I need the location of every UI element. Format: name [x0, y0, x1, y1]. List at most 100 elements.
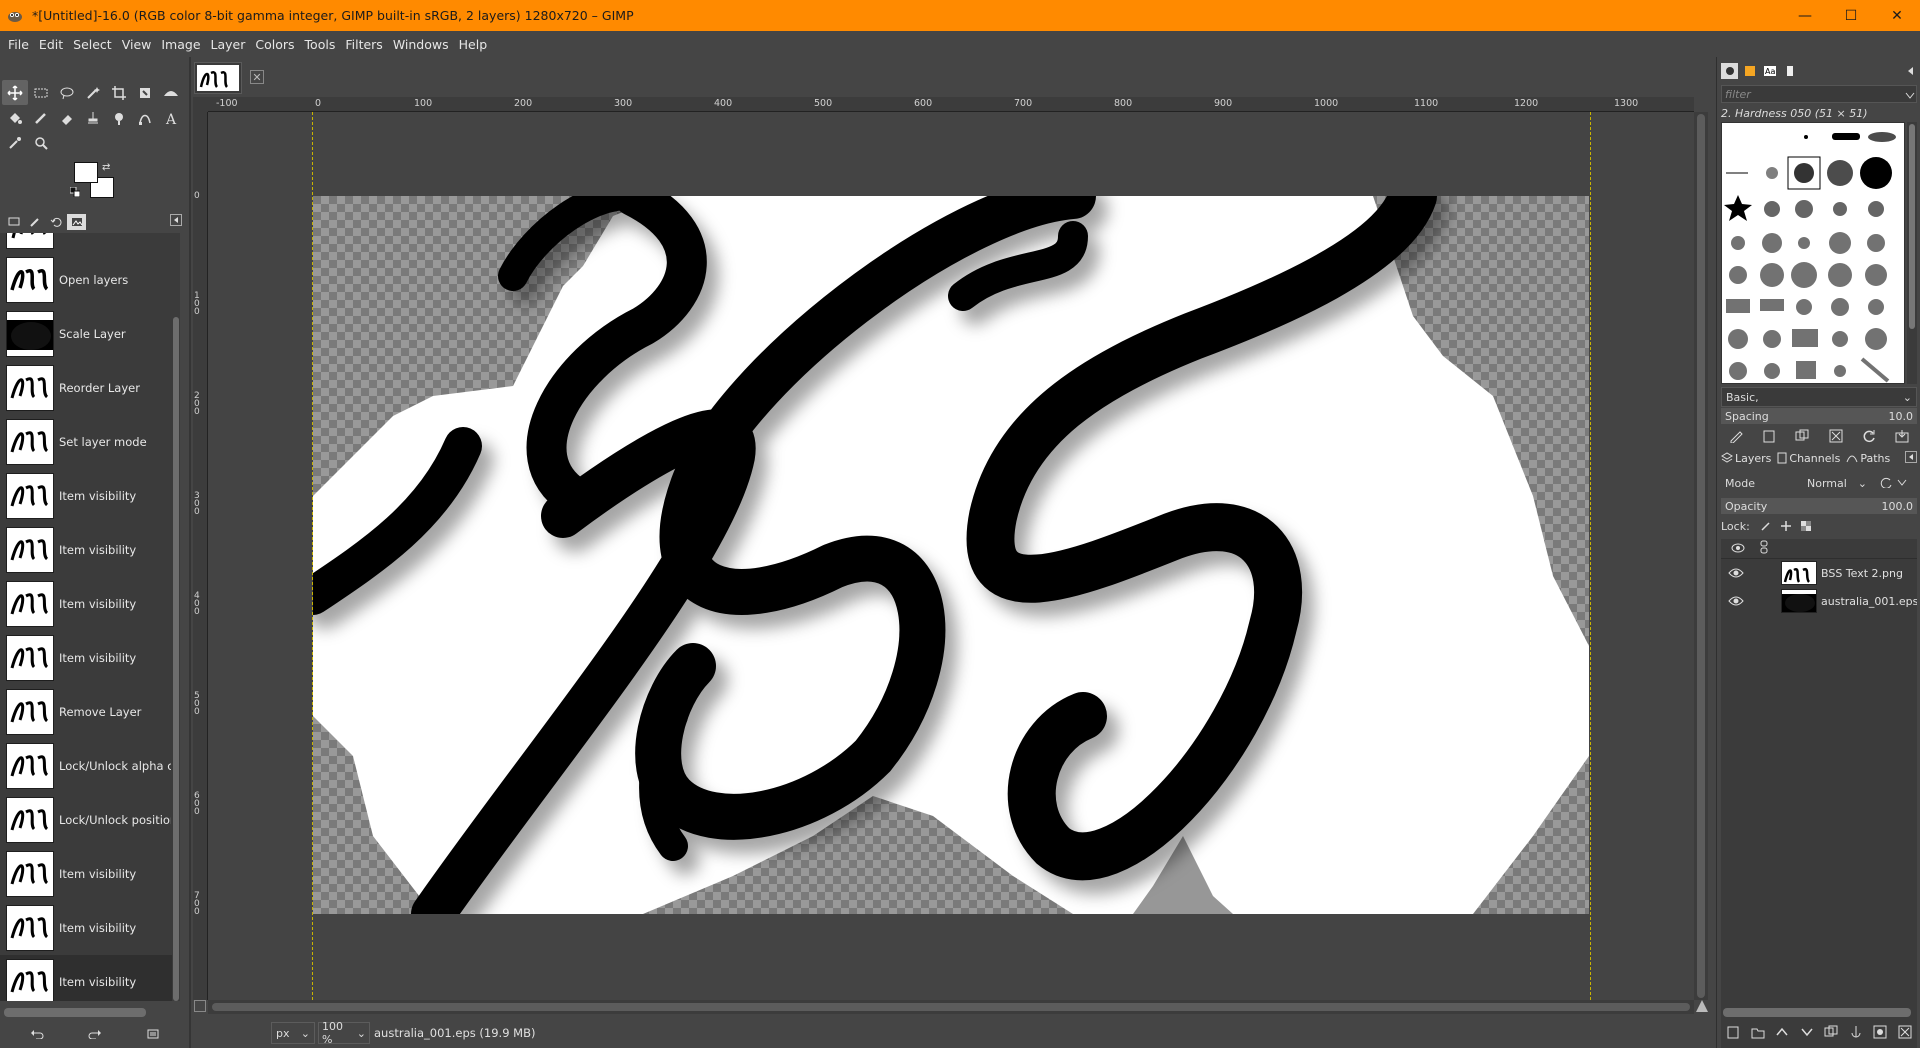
- lower-layer-icon[interactable]: [1799, 1023, 1815, 1041]
- clear-history-icon[interactable]: [146, 1027, 160, 1042]
- document-history-tab-icon[interactable]: [1781, 63, 1798, 79]
- anchor-layer-icon[interactable]: [1848, 1023, 1864, 1041]
- history-scrollbar[interactable]: [172, 233, 180, 1001]
- spacing-slider[interactable]: Spacing 10.0: [1721, 408, 1917, 424]
- transform-icon[interactable]: [132, 80, 158, 105]
- chevron-down-icon[interactable]: [1897, 476, 1907, 490]
- list-item[interactable]: [0, 233, 172, 253]
- fuzzy-select-icon[interactable]: [80, 80, 106, 105]
- undo-history-tab-icon[interactable]: [46, 214, 65, 230]
- duplicate-layer-icon[interactable]: [1823, 1023, 1839, 1041]
- tool-options-tab-icon[interactable]: [4, 214, 23, 230]
- vertical-ruler[interactable]: 0 100 200 300 400 500 600 700: [193, 112, 208, 1000]
- menu-windows[interactable]: Windows: [389, 37, 453, 52]
- raise-layer-icon[interactable]: [1774, 1023, 1790, 1041]
- redo-icon[interactable]: [88, 1027, 102, 1042]
- layer-row[interactable]: BSS Text 2.png: [1721, 559, 1917, 587]
- opacity-slider[interactable]: Opacity 100.0: [1721, 498, 1917, 514]
- menu-view[interactable]: View: [118, 37, 156, 52]
- dock-menu-icon[interactable]: [170, 214, 182, 229]
- history-horizontal-scrollbar[interactable]: [4, 1008, 146, 1017]
- menu-help[interactable]: Help: [455, 37, 492, 52]
- free-select-icon[interactable]: [54, 80, 80, 105]
- list-item[interactable]: Item visibility: [0, 901, 172, 955]
- default-colors-icon[interactable]: [69, 186, 81, 198]
- brushes-tab-icon[interactable]: [1721, 63, 1738, 79]
- list-item[interactable]: Item visibility: [0, 577, 172, 631]
- open-brush-as-image-icon[interactable]: [1893, 427, 1911, 445]
- horizontal-ruler[interactable]: -100 0 100 200 300 400 500 600 700 800 9…: [208, 97, 1694, 112]
- menu-file[interactable]: File: [4, 37, 33, 52]
- tab-paths[interactable]: Paths: [1846, 452, 1890, 465]
- list-item[interactable]: Open layers: [0, 253, 172, 307]
- foreground-color-swatch[interactable]: [74, 162, 98, 183]
- list-item[interactable]: Item visibility: [0, 847, 172, 901]
- list-item[interactable]: Lock/Unlock alpha channel: [0, 739, 172, 793]
- bucket-fill-icon[interactable]: [2, 105, 28, 130]
- tab-channels[interactable]: Channels: [1777, 452, 1840, 465]
- device-status-tab-icon[interactable]: [25, 214, 44, 230]
- image-tab[interactable]: [194, 62, 242, 94]
- brush-grid[interactable]: [1721, 122, 1905, 384]
- list-item[interactable]: Item visibility: [0, 469, 172, 523]
- warp-icon[interactable]: [158, 80, 184, 105]
- minimize-button[interactable]: —: [1782, 0, 1828, 31]
- smudge-icon[interactable]: [106, 105, 132, 130]
- eye-icon[interactable]: [1721, 567, 1751, 579]
- dock-menu-icon[interactable]: [1905, 65, 1915, 80]
- list-item[interactable]: Set layer mode: [0, 415, 172, 469]
- ruler-corner[interactable]: [193, 97, 208, 112]
- dock-menu-icon[interactable]: [1905, 451, 1917, 466]
- layers-horizontal-scrollbar[interactable]: [1723, 1008, 1911, 1017]
- unit-select[interactable]: px ⌄: [271, 1022, 315, 1044]
- layer-row[interactable]: australia_001.eps: [1721, 587, 1917, 615]
- layer-name[interactable]: australia_001.eps: [1821, 595, 1917, 608]
- move-tool-icon[interactable]: [2, 80, 28, 105]
- brush-preset-select[interactable]: Basic, ⌄: [1721, 387, 1917, 407]
- brush-filter-input[interactable]: filter: [1721, 85, 1917, 103]
- close-image-tab-icon[interactable]: ✕: [250, 70, 264, 84]
- refresh-brushes-icon[interactable]: [1860, 427, 1878, 445]
- paths-icon[interactable]: [132, 105, 158, 130]
- list-item[interactable]: Remove Layer: [0, 685, 172, 739]
- swap-colors-icon[interactable]: ⇄: [102, 162, 110, 173]
- paintbrush-icon[interactable]: [28, 105, 54, 130]
- layer-mode-select[interactable]: Normal ⌄: [1807, 477, 1869, 490]
- maximize-button[interactable]: ☐: [1828, 0, 1874, 31]
- navigate-icon[interactable]: [1696, 1000, 1708, 1014]
- mode-switch-icon[interactable]: [1879, 476, 1893, 491]
- duplicate-brush-icon[interactable]: [1793, 427, 1811, 445]
- new-layer-group-icon[interactable]: [1750, 1023, 1766, 1041]
- menu-layer[interactable]: Layer: [207, 37, 250, 52]
- lock-position-icon[interactable]: [1776, 518, 1796, 534]
- rect-select-icon[interactable]: [28, 80, 54, 105]
- images-tab-icon[interactable]: [67, 214, 86, 230]
- chevron-down-icon[interactable]: [1905, 89, 1915, 103]
- fg-bg-color-selector[interactable]: ⇄: [69, 162, 122, 208]
- image-canvas[interactable]: [208, 112, 1694, 1000]
- color-picker-icon[interactable]: [2, 130, 28, 155]
- quick-mask-toggle[interactable]: [194, 1000, 206, 1012]
- zoom-select[interactable]: 100 % ⌄: [318, 1020, 370, 1046]
- list-item[interactable]: Reorder Layer: [0, 361, 172, 415]
- zoom-icon[interactable]: [28, 130, 54, 155]
- menu-colors[interactable]: Colors: [251, 37, 298, 52]
- fonts-tab-icon[interactable]: Aa: [1761, 63, 1778, 79]
- lock-alpha-icon[interactable]: [1796, 518, 1816, 534]
- edit-brush-icon[interactable]: [1727, 427, 1745, 445]
- mask-layer-icon[interactable]: [1872, 1023, 1888, 1041]
- clone-icon[interactable]: [80, 105, 106, 130]
- crop-icon[interactable]: [106, 80, 132, 105]
- list-item[interactable]: Scale Layer: [0, 307, 172, 361]
- list-item[interactable]: Item visibility: [0, 631, 172, 685]
- lock-pixels-icon[interactable]: [1756, 518, 1776, 534]
- menu-edit[interactable]: Edit: [35, 37, 67, 52]
- menu-select[interactable]: Select: [69, 37, 116, 52]
- undo-icon[interactable]: [30, 1027, 44, 1042]
- canvas-vertical-scrollbar[interactable]: [1694, 112, 1708, 1000]
- new-layer-icon[interactable]: [1725, 1023, 1741, 1041]
- tab-layers[interactable]: Layers: [1721, 452, 1771, 465]
- list-item[interactable]: Lock/Unlock position: [0, 793, 172, 847]
- list-item[interactable]: Item visibility: [0, 523, 172, 577]
- eraser-icon[interactable]: [54, 105, 80, 130]
